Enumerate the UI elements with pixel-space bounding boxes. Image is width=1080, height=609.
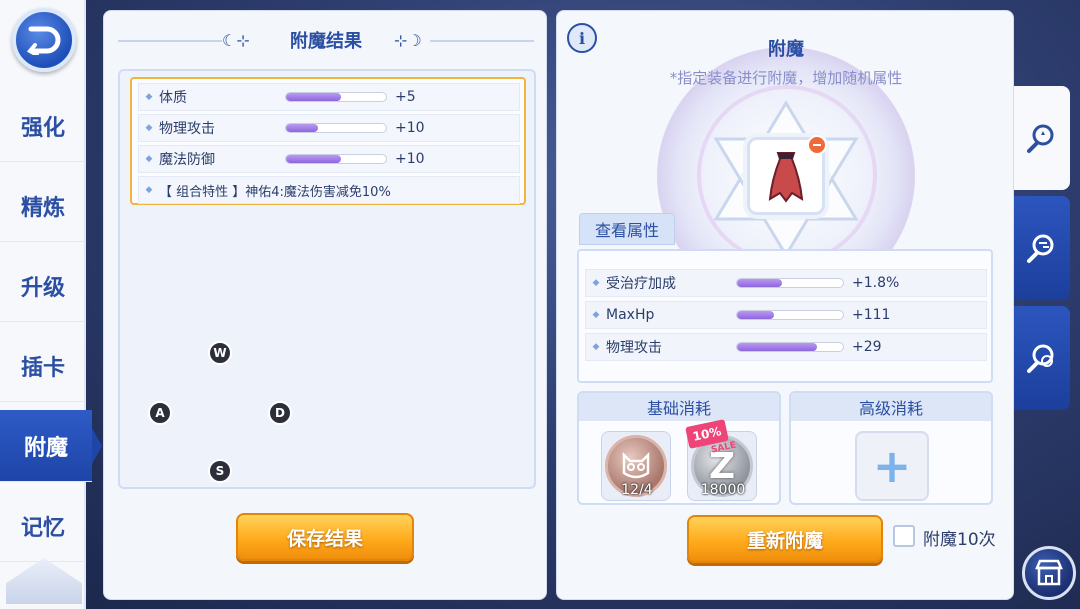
cost-item-cat-coin[interactable]: 12/4 bbox=[601, 431, 671, 501]
attribute-name: 体质 bbox=[159, 90, 187, 106]
result-attribute-row: ◆ 体质 +5 bbox=[138, 83, 520, 111]
attribute-bar-fill bbox=[286, 124, 318, 132]
stat-bar-fill bbox=[737, 279, 782, 287]
diamond-bullet-icon: ◆ bbox=[592, 342, 600, 352]
tab-enchant-wand[interactable] bbox=[1014, 86, 1070, 190]
remove-equipment-icon[interactable] bbox=[807, 135, 827, 155]
stat-row: ◆ MaxHp +111 bbox=[585, 301, 987, 329]
attribute-bar-fill bbox=[286, 155, 341, 163]
advanced-cost-label: 高级消耗 bbox=[791, 393, 991, 421]
attribute-bar-fill bbox=[286, 93, 341, 101]
advanced-cost-box: 高级消耗 + bbox=[789, 391, 993, 505]
reenchant-button[interactable]: 重新附魔 bbox=[687, 515, 883, 563]
stat-name: MaxHp bbox=[606, 307, 655, 323]
enchant-title: 附魔 bbox=[768, 39, 804, 60]
diamond-bullet-icon: ◆ bbox=[592, 278, 600, 288]
cat-coin-count: 12/4 bbox=[621, 482, 653, 498]
enchant-subtitle: *指定装备进行附魔，增加随机属性 bbox=[669, 69, 903, 87]
shop-icon bbox=[1035, 559, 1063, 586]
title-divider-right bbox=[430, 40, 534, 42]
back-button[interactable] bbox=[12, 8, 76, 72]
attribute-name: 魔法防御 bbox=[159, 152, 215, 168]
attribute-value: +10 bbox=[395, 151, 425, 167]
cape-icon bbox=[768, 152, 804, 203]
tab-enchant-swap[interactable] bbox=[1014, 196, 1070, 300]
diamond-bullet-icon: ◆ bbox=[145, 92, 153, 102]
diamond-bullet-icon: ◆ bbox=[592, 310, 600, 320]
stat-name: 物理攻击 bbox=[606, 340, 662, 356]
nav-item-enchant[interactable]: 附魔 bbox=[0, 410, 102, 482]
save-result-button[interactable]: 保存结果 bbox=[236, 513, 414, 561]
enchant-ten-times-checkbox[interactable] bbox=[893, 525, 915, 547]
combo-trait-row: ◆ 【 组合特性 】神佑4:魔法伤害减免10% bbox=[138, 176, 520, 204]
basic-cost-box: 基础消耗 12/4 Z 18000 10% SALE bbox=[577, 391, 781, 505]
key-d-hint: D bbox=[268, 401, 292, 425]
nav-item-card[interactable]: 插卡 bbox=[0, 330, 86, 402]
zeny-count: 18000 bbox=[700, 482, 746, 498]
diamond-bullet-icon: ◆ bbox=[145, 154, 153, 164]
stat-value: +29 bbox=[852, 339, 882, 355]
stat-bar bbox=[736, 342, 844, 352]
key-w-hint: W bbox=[208, 341, 232, 365]
result-attribute-row: ◆ 魔法防御 +10 bbox=[138, 145, 520, 173]
attribute-value: +5 bbox=[395, 89, 416, 105]
enchant-swap-icon bbox=[1027, 234, 1054, 263]
stat-bar-fill bbox=[737, 343, 817, 351]
stat-bar bbox=[736, 278, 844, 288]
nav-item-strengthen[interactable]: 强化 bbox=[0, 90, 86, 162]
stat-bar bbox=[736, 310, 844, 320]
add-advanced-cost-button[interactable]: + bbox=[855, 431, 929, 501]
enchant-cycle-icon bbox=[1027, 344, 1054, 373]
nav-item-refine[interactable]: 精炼 bbox=[0, 170, 86, 242]
result-attribute-card[interactable]: ◆ 体质 +5 ◆ 物理攻击 +10 ◆ 魔法防御 +10 ◆ 【 组合特性 】… bbox=[130, 77, 526, 205]
stat-value: +1.8% bbox=[852, 275, 900, 291]
nav-item-memory[interactable]: 记忆 bbox=[0, 490, 86, 562]
key-s-hint: S bbox=[208, 459, 232, 483]
stat-bar-fill bbox=[737, 311, 775, 319]
basic-cost-label: 基础消耗 bbox=[579, 393, 779, 421]
shop-button[interactable] bbox=[1022, 546, 1076, 600]
combo-trait-text: 【 组合特性 】神佑4:魔法伤害减免10% bbox=[159, 184, 391, 200]
diamond-bullet-icon: ◆ bbox=[145, 185, 153, 195]
enchant-stats-box: ◆ 受治疗加成 +1.8% ◆ MaxHp +111 ◆ 物理攻击 +29 bbox=[577, 249, 993, 383]
key-a-hint: A bbox=[148, 401, 172, 425]
crescent-right-icon: ⊹☽ bbox=[394, 31, 422, 50]
tab-enchant-cycle[interactable] bbox=[1014, 306, 1070, 410]
stat-row: ◆ 受治疗加成 +1.8% bbox=[585, 269, 987, 297]
attribute-bar bbox=[285, 154, 387, 164]
stat-value: +111 bbox=[852, 307, 891, 323]
result-attribute-row: ◆ 物理攻击 +10 bbox=[138, 114, 520, 142]
stat-row: ◆ 物理攻击 +29 bbox=[585, 333, 987, 361]
enchant-panel: i 附魔 *指定装备进行附魔，增加随机属性 查看属性 ◆ 受治疗加成 +1.8%… bbox=[556, 10, 1014, 600]
view-attributes-tab[interactable]: 查看属性 bbox=[579, 213, 675, 245]
result-box: ◆ 体质 +5 ◆ 物理攻击 +10 ◆ 魔法防御 +10 ◆ 【 组合特性 】… bbox=[118, 69, 536, 489]
side-nav: 强化 精炼 升级 插卡 附魔 记忆 bbox=[0, 0, 102, 609]
enchant-result-panel: ☾⊹ 附魔结果 ⊹☽ ◆ 体质 +5 ◆ 物理攻击 +10 ◆ 魔法防御 +10 bbox=[103, 10, 547, 600]
attribute-name: 物理攻击 bbox=[159, 121, 215, 137]
attribute-bar bbox=[285, 123, 387, 133]
enchant-wand-icon bbox=[1027, 124, 1054, 153]
attribute-value: +10 bbox=[395, 120, 425, 136]
enchant-ten-times-label: 附魔10次 bbox=[923, 530, 996, 550]
attribute-bar bbox=[285, 92, 387, 102]
back-arrow-icon bbox=[27, 26, 61, 55]
nav-item-upgrade[interactable]: 升级 bbox=[0, 250, 86, 322]
diamond-bullet-icon: ◆ bbox=[145, 123, 153, 133]
stat-name: 受治疗加成 bbox=[606, 276, 676, 292]
